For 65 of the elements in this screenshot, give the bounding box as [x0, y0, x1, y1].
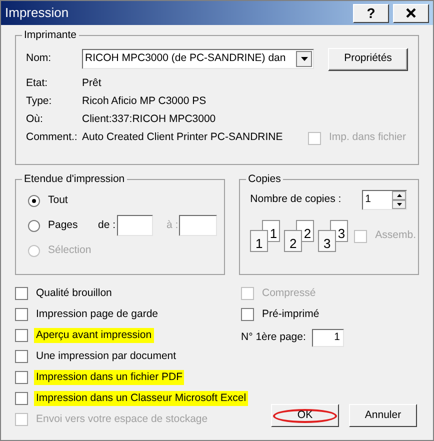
info-label: Comment.: [26, 130, 78, 146]
page-number: 2 [304, 227, 312, 241]
page-number: 1 [270, 227, 278, 241]
checkbox-label: Qualité brouillon [35, 286, 113, 301]
printer-dropdown[interactable]: RICOH MPC3000 (de PC-SANDRINE) dan [82, 49, 314, 69]
spinner-value: 1 [364, 192, 372, 208]
caret-icon [300, 57, 308, 61]
group-title: Etendue d'impression [22, 172, 127, 186]
spin-down-button[interactable] [392, 200, 406, 209]
radio-label: Sélection [48, 242, 92, 258]
up-arrow-icon [396, 194, 402, 197]
field-label: Nombre de copies : [250, 192, 342, 208]
checkbox[interactable] [15, 308, 28, 321]
properties-button[interactable]: Propriétés [328, 48, 408, 70]
checkbox-label: Envoi vers votre espace de stockage [35, 412, 209, 427]
group-title: Imprimante [22, 28, 79, 42]
close-icon [406, 8, 416, 18]
checkbox-label: Compressé [261, 286, 317, 301]
spin-up-button[interactable] [392, 191, 406, 200]
page-number: 3 [338, 227, 346, 241]
checkbox-label: Impression page de garde [35, 306, 159, 322]
info-label: Type: [26, 94, 53, 110]
page-number: 3 [324, 236, 331, 251]
cancel-button[interactable]: Annuler [349, 404, 417, 427]
info-value: Prêt [82, 76, 102, 92]
checkbox-label: Une impression par document [35, 348, 178, 364]
from-page-field[interactable] [116, 215, 153, 236]
checkbox-label: Aperçu avant impression [34, 328, 154, 344]
field-label: à : [166, 218, 178, 233]
ok-button[interactable]: OK [271, 404, 339, 427]
copies-spinner[interactable]: 1 [362, 190, 408, 210]
info-value: Client:337:RICOH MPC3000 [82, 112, 216, 128]
checkbox[interactable] [15, 329, 28, 342]
checkbox[interactable] [15, 371, 28, 384]
radio-button[interactable] [28, 220, 40, 232]
group-title: Copies [246, 172, 283, 186]
field-label: de : [98, 218, 116, 233]
checkbox[interactable] [15, 392, 28, 405]
close-button[interactable] [393, 4, 429, 22]
info-label: Où: [26, 112, 44, 128]
checkbox-label: Pré-imprimé [261, 306, 320, 322]
page-number: 1 [256, 236, 263, 251]
page-number: 2 [290, 236, 297, 251]
down-arrow-icon [396, 203, 402, 206]
info-value: Auto Created Client Printer PC-SANDRINE [82, 130, 283, 146]
field-label: Nom: [26, 51, 52, 66]
dropdown-arrow-button[interactable] [296, 51, 312, 67]
first-page-field[interactable]: 1 [312, 329, 344, 347]
info-label: Etat: [26, 76, 49, 92]
radio-label: Tout [48, 192, 69, 208]
to-page-field[interactable] [179, 215, 218, 236]
checkbox[interactable] [15, 287, 28, 300]
radio-label: Pages [48, 218, 79, 233]
radio-button[interactable] [28, 194, 40, 206]
help-button[interactable]: ? [353, 4, 389, 22]
checkbox-label: Assemb. [374, 228, 417, 244]
checkbox[interactable] [241, 308, 254, 321]
checkbox[interactable] [15, 350, 28, 363]
checkbox-label: Imp. dans fichier [328, 130, 407, 146]
dropdown-value: RICOH MPC3000 (de PC-SANDRINE) dan [84, 51, 287, 66]
info-value: Ricoh Aficio MP C3000 PS [82, 94, 206, 110]
field-label: N° 1ère page: [241, 330, 306, 346]
checkbox-label: Impression dans un Classeur Microsoft Excel [34, 390, 248, 406]
window-title: Impression [5, 4, 70, 22]
checkbox-label: Impression dans un fichier PDF [34, 370, 184, 386]
